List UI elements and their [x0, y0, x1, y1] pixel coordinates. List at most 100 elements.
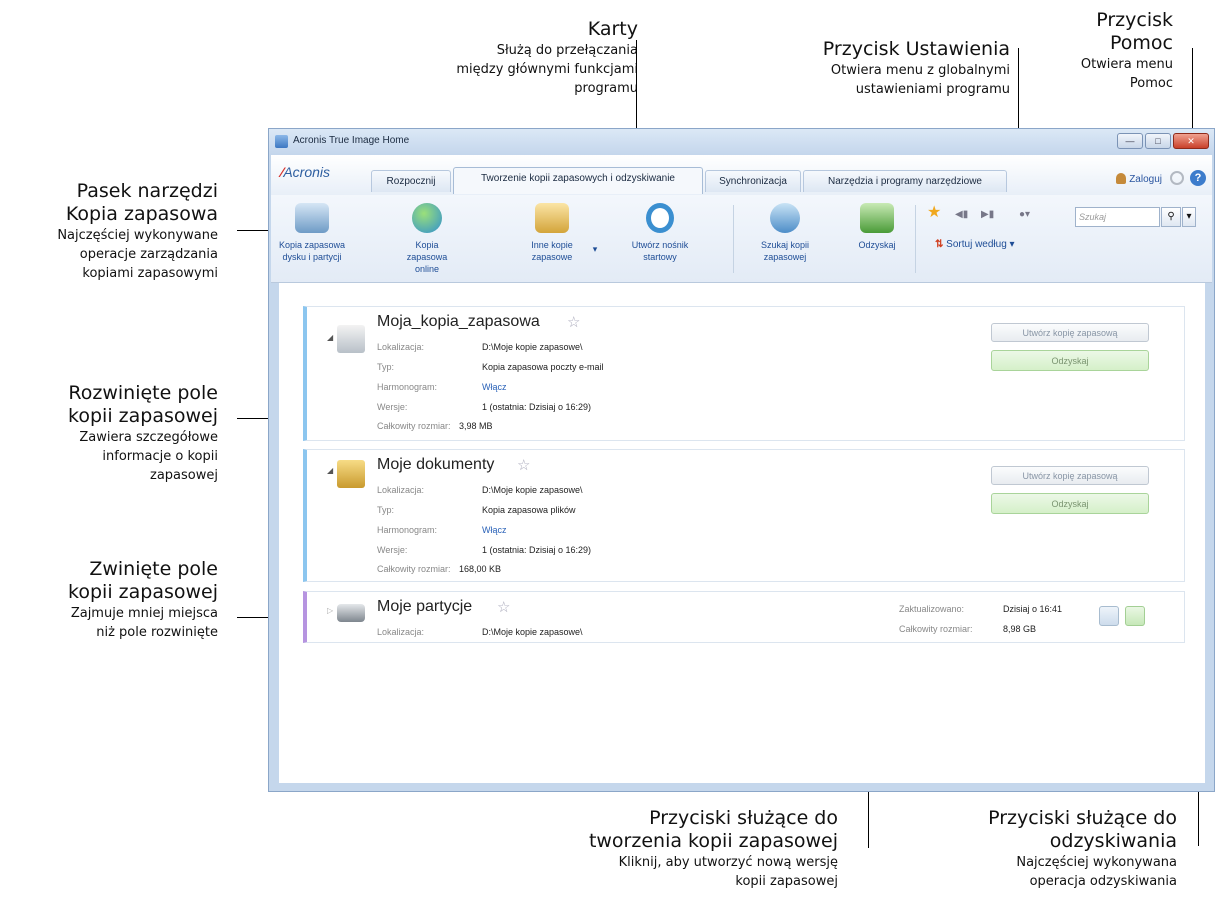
view-options-icon[interactable]: ●▾	[1019, 209, 1030, 221]
schedule-link[interactable]: Włącz	[482, 525, 507, 535]
expand-arrow-icon[interactable]: ▷	[327, 606, 333, 615]
type-value: Kopia zapasowa poczty e-mail	[482, 362, 604, 372]
login-button[interactable]: Zaloguj	[1116, 173, 1162, 185]
favorite-star-icon[interactable]: ★	[927, 205, 941, 221]
location-value: D:\Moje kopie zapasowe\	[482, 485, 583, 495]
tab-start[interactable]: Rozpocznij	[371, 170, 451, 192]
location-label: Lokalizacja:	[377, 627, 425, 637]
annotation-title: Rozwinięte pole	[68, 382, 218, 404]
close-button[interactable]: ✕	[1173, 133, 1209, 149]
annotation-desc: Pomoc	[1129, 76, 1173, 91]
maximize-button[interactable]: □	[1145, 133, 1171, 149]
annotation-desc: kopiami zapasowymi	[82, 266, 218, 281]
login-label: Zaloguj	[1129, 174, 1162, 185]
search-input[interactable]: Szukaj	[1075, 207, 1160, 227]
move-left-icon[interactable]: ◀▮	[955, 209, 968, 221]
tab-sync[interactable]: Synchronizacja	[705, 170, 801, 192]
backup-name: Moje partycje	[377, 598, 473, 615]
annotation-desc: Najczęściej wykonywana	[1016, 855, 1177, 870]
tab-backup-recovery[interactable]: Tworzenie kopii zapasowych i odzyskiwani…	[453, 167, 703, 194]
search-icon[interactable]: ⚲	[1161, 207, 1181, 227]
collapse-arrow-icon[interactable]: ◢	[327, 333, 333, 342]
toolbar-divider	[733, 205, 734, 273]
documents-icon	[535, 203, 569, 233]
annotation-restore-buttons: Przyciski służące do odzyskiwania Najczę…	[988, 807, 1177, 891]
user-icon	[1116, 173, 1127, 184]
location-label: Lokalizacja:	[377, 485, 425, 495]
title-bar: Acronis True Image Home — □ ✕	[269, 129, 1214, 155]
annotation-title: Pasek narzędzi	[76, 180, 218, 202]
favorite-star-icon[interactable]: ☆	[567, 313, 580, 331]
annotation-collapsed: Zwinięte pole kopii zapasowej Zajmuje mn…	[68, 558, 218, 642]
disk-backup-button[interactable]: Kopia zapasowa dysku i partycji	[277, 203, 347, 263]
other-backups-button[interactable]: Inne kopie zapasowe	[517, 203, 587, 263]
annotation-title: Przyciski służące do	[988, 807, 1177, 829]
globe-icon	[412, 203, 442, 233]
versions-label: Wersje:	[377, 402, 408, 412]
other-backups-dropdown-icon[interactable]: ▾	[589, 243, 601, 255]
create-backup-icon-button[interactable]	[1099, 606, 1119, 626]
location-value: D:\Moje kopie zapasowe\	[482, 627, 583, 637]
search-backup-button[interactable]: Szukaj kopii zapasowej	[751, 203, 819, 263]
label: online	[414, 264, 440, 274]
type-label: Typ:	[377, 505, 395, 515]
size-value: 168,00 KB	[459, 564, 502, 574]
favorite-star-icon[interactable]: ☆	[517, 456, 530, 474]
annotation-desc: operacje zarządzania	[79, 247, 218, 262]
backup-panel-collapsed[interactable]: ▷ Moje partycje ☆ Lokalizacja: D:\Moje k…	[303, 591, 1185, 643]
sort-button[interactable]: ⇅ Sortuj według ▾	[935, 239, 1055, 251]
type-value: Kopia zapasowa plików	[482, 505, 576, 515]
create-backup-button[interactable]: Utwórz kopię zapasową	[991, 323, 1149, 342]
backup-name: Moje dokumenty	[377, 456, 495, 473]
tab-tools[interactable]: Narzędzia i programy narzędziowe	[803, 170, 1007, 192]
schedule-link[interactable]: Włącz	[482, 382, 507, 392]
size-label: Całkowity rozmiar:	[899, 624, 973, 634]
create-backup-button[interactable]: Utwórz kopię zapasową	[991, 466, 1149, 485]
tab-strip: ⁄Acronis Rozpocznij Tworzenie kopii zapa…	[271, 155, 1212, 195]
sort-label: Sortuj według	[946, 239, 1007, 250]
label: dysku i partycji	[282, 252, 342, 262]
minimize-button[interactable]: —	[1117, 133, 1143, 149]
annotation-desc: Kliknij, aby utworzyć nową wersję	[618, 855, 838, 870]
updated-label: Zaktualizowano:	[899, 604, 965, 614]
app-icon	[275, 135, 288, 148]
restore-icon-button[interactable]	[1125, 606, 1145, 626]
restore-button[interactable]: Odzyskaj	[991, 350, 1149, 371]
app-window: Acronis True Image Home — □ ✕ ⁄Acronis R…	[268, 128, 1215, 792]
location-value: D:\Moje kopie zapasowe\	[482, 342, 583, 352]
restore-button[interactable]: Odzyskaj	[991, 493, 1149, 514]
annotation-desc: Otwiera menu z globalnymi	[830, 63, 1010, 78]
help-icon[interactable]: ?	[1190, 170, 1206, 186]
label: Szukaj kopii	[760, 240, 810, 250]
online-backup-button[interactable]: Kopia zapasowa online	[395, 203, 459, 275]
label: Utwórz nośnik	[631, 240, 689, 250]
annotation-settings: Przycisk Ustawienia Otwiera menu z globa…	[823, 38, 1010, 99]
annotation-desc: Służą do przełączania	[496, 43, 638, 58]
disk-drive-icon	[337, 604, 365, 622]
rescue-media-button[interactable]: Utwórz nośnik startowy	[625, 203, 695, 263]
versions-value: 1 (ostatnia: Dzisiaj o 16:29)	[482, 545, 592, 555]
annotation-help: Przycisk Pomoc Otwiera menu Pomoc	[1081, 9, 1173, 93]
label: Inne kopie	[531, 240, 573, 250]
backup-toolbar: Kopia zapasowa dysku i partycji Kopia za…	[271, 195, 1212, 283]
annotation-desc: programu	[574, 81, 638, 96]
backup-panel-expanded[interactable]: ◢ Moje dokumenty ☆ Lokalizacja: D:\Moje …	[303, 449, 1185, 582]
annotation-title: Przyciski służące do	[649, 807, 838, 829]
label: zapasowej	[763, 252, 807, 262]
recover-button[interactable]: Odzyskaj	[849, 203, 905, 251]
toolbar-divider	[915, 205, 916, 273]
collapse-arrow-icon[interactable]: ◢	[327, 466, 333, 475]
label: Kopia zapasowa	[406, 240, 448, 262]
annotation-desc: Zajmuje mniej miejsca	[70, 606, 218, 621]
annotation-desc: kopii zapasowej	[735, 874, 838, 889]
window-title: Acronis True Image Home	[293, 135, 410, 146]
favorite-star-icon[interactable]: ☆	[497, 598, 510, 616]
settings-gear-icon[interactable]	[1170, 171, 1184, 185]
size-value: 3,98 MB	[459, 421, 493, 431]
annotation-tabs: Karty Służą do przełączania między główn…	[456, 18, 638, 98]
backup-panel-expanded[interactable]: ◢ Moja_kopia_zapasowa ☆ Lokalizacja: D:\…	[303, 306, 1185, 441]
backup-list: ◢ Moja_kopia_zapasowa ☆ Lokalizacja: D:\…	[279, 283, 1205, 783]
search-dropdown-icon[interactable]: ▾	[1182, 207, 1196, 227]
label: startowy	[643, 252, 677, 262]
move-right-icon[interactable]: ▶▮	[981, 209, 994, 221]
